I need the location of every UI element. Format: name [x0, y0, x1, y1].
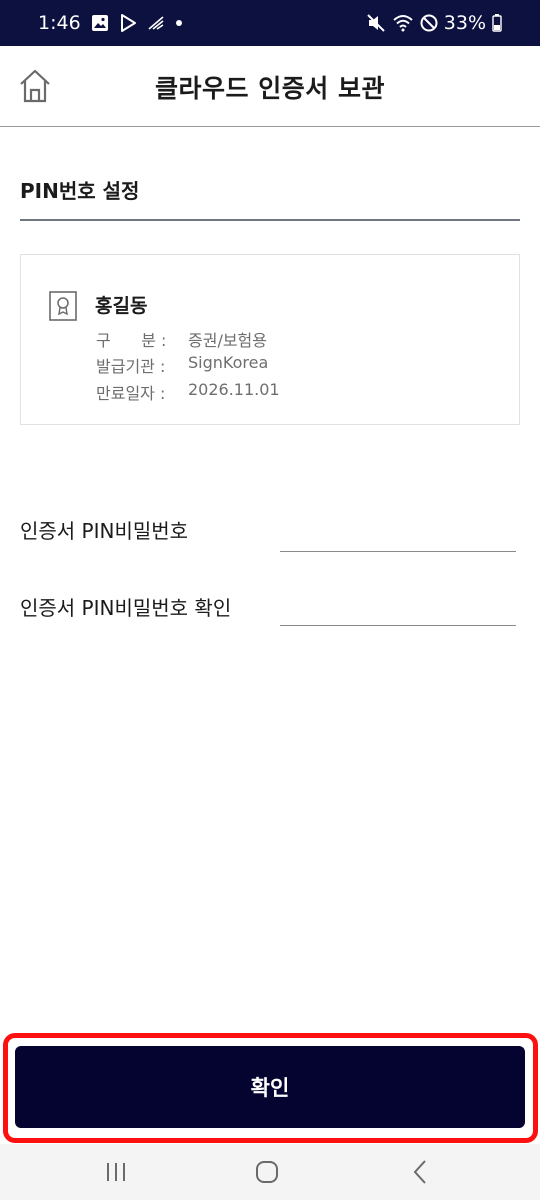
mute-icon — [366, 13, 386, 33]
certificate-row-issuer: 발급기관 : SignKorea — [96, 353, 268, 377]
pin-label: 인증서 PIN비밀번호 — [20, 519, 189, 543]
pin-input[interactable] — [280, 512, 516, 552]
home-button[interactable] — [16, 66, 54, 106]
certificate-row-expiry: 만료일자 : 2026.11.01 — [96, 380, 280, 404]
navigation-bar — [0, 1144, 540, 1200]
pin-confirm-label: 인증서 PIN비밀번호 확인 — [20, 596, 232, 620]
app-header: 클라우드 인증서 보관 — [0, 46, 540, 127]
certificate-row-type: 구 분 : 증권/보험용 — [96, 327, 267, 351]
confirm-button[interactable]: 확인 — [15, 1046, 525, 1128]
certificate-owner-name: 홍길동 — [95, 295, 148, 317]
certificate-icon — [49, 291, 77, 321]
page-title: 클라우드 인증서 보관 — [155, 73, 385, 103]
play-store-icon — [119, 14, 137, 32]
status-time: 1:46 — [38, 12, 81, 34]
back-button[interactable] — [390, 1152, 450, 1192]
do-not-disturb-icon — [420, 14, 438, 32]
nav-home-icon — [256, 1161, 278, 1183]
battery-icon — [492, 14, 502, 32]
section-title: PIN번호 설정 — [20, 179, 140, 203]
certificate-card[interactable]: 홍길동 구 분 : 증권/보험용 발급기관 : SignKorea 만료일자 :… — [20, 254, 520, 425]
certificate-row-value: SignKorea — [188, 353, 269, 372]
certificate-row-value: 증권/보험용 — [188, 331, 267, 350]
certificate-row-label: 발급기관 : — [96, 357, 166, 376]
certificate-row-label: 만료일자 : — [96, 384, 166, 403]
signal-activity-icon — [147, 15, 165, 31]
battery-percent: 33% — [443, 12, 486, 34]
certificate-row-value: 2026.11.01 — [188, 380, 280, 399]
nav-home-button[interactable] — [237, 1152, 297, 1192]
section-divider — [20, 219, 520, 221]
pin-confirm-input[interactable] — [280, 586, 516, 626]
wifi-icon — [392, 14, 414, 32]
image-icon — [91, 14, 109, 32]
recent-apps-button[interactable] — [86, 1152, 146, 1192]
dot-icon — [175, 19, 183, 27]
recent-apps-icon — [107, 1163, 125, 1181]
certificate-row-label: 구 분 : — [96, 331, 167, 350]
home-icon — [20, 69, 50, 103]
back-icon — [413, 1160, 426, 1184]
status-bar: 1:46 33% — [0, 0, 540, 46]
